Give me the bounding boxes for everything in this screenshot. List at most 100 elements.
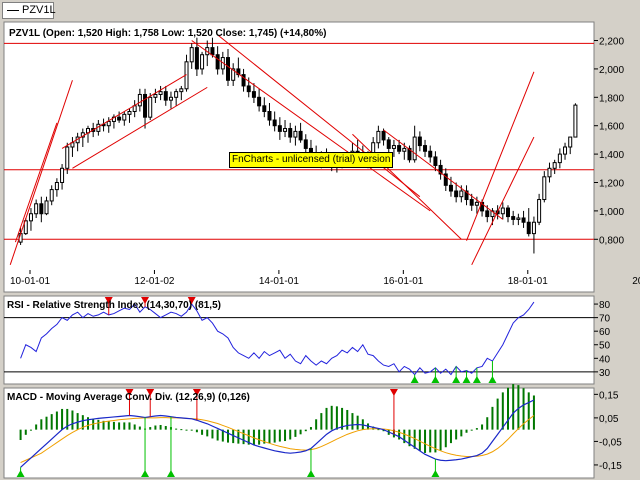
macd-histogram-bar [299,429,302,435]
candle-body [127,111,132,115]
candle-body [277,125,282,132]
x-tick-label: 18-01-01 [508,276,548,287]
candle-body [573,104,578,138]
macd-histogram-bar [128,422,131,430]
macd-histogram-bar [19,429,22,440]
candle-body [189,47,194,63]
candle-body [428,150,433,158]
price-y-tick-label: 1,000 [599,207,624,218]
macd-y-tick-label: -0,05 [599,437,622,448]
macd-histogram-bar [455,429,458,440]
candle-body [397,145,402,152]
macd-histogram-bar [227,429,229,443]
rsi-chart-title: RSI - Relative Strength Index (14,30,70)… [7,300,221,311]
macd-histogram-bar [429,429,432,453]
macd-histogram-bar [330,405,333,430]
candle-body [412,136,417,161]
macd-histogram-bar [424,429,427,453]
candle-body [267,111,272,121]
candle-body [54,181,59,191]
macd-histogram-bar [29,429,32,431]
chart-canvas[interactable]: 0,800 1,000 1,200 1,400 1,600 1,800 2,000 2,200… [0,0,640,480]
macd-histogram-bar [289,429,292,440]
macd-histogram-bar [325,407,328,430]
candle-body [391,145,396,149]
price-y-tick-label: 2,200 [599,37,624,48]
macd-histogram-bar [507,387,509,430]
macd-histogram-bar [527,392,530,430]
candle-body [179,88,184,93]
candle-body [283,128,288,132]
candle-body [568,136,573,148]
candle-body [34,203,39,215]
macd-histogram-bar [418,429,421,451]
macd-histogram-bar [61,408,64,430]
price-chart-title: PZV1L (Open: 1,520 High: 1,758 Low: 1,52… [9,28,326,39]
candle-body [153,93,158,98]
macd-histogram-bar [112,421,115,430]
macd-histogram-bar [216,429,219,441]
macd-histogram-bar [475,428,478,430]
candle-body [454,190,459,198]
candle-body [402,147,407,152]
macd-y-tick-label: 0,15 [599,390,619,401]
candle-body [168,96,173,101]
macd-histogram-bar [444,429,447,448]
macd-histogram-bar [138,426,141,430]
macd-histogram-bar [24,429,27,435]
price-y-tick-label: 0,800 [599,235,624,246]
macd-histogram-bar [201,429,204,435]
candle-body [537,199,542,223]
macd-histogram-bar [449,429,452,444]
macd-histogram-bar [258,429,261,445]
macd-histogram-bar [118,422,121,430]
macd-histogram-bar [268,429,271,444]
candle-body [257,96,262,107]
candle-body [557,153,562,164]
candle-body [459,190,464,198]
x-tick-label: 16-01-01 [383,276,423,287]
candle-body [106,120,111,127]
macd-histogram-bar [320,413,323,430]
macd-histogram-bar [496,398,499,430]
chart-window: PZV1L 0,800 1,000 1,200 1,400 1,600 1,800 2,00… [0,0,640,480]
macd-y-tick-label: -0,15 [599,461,622,472]
candle-body [531,221,536,235]
rsi-y-tick-label: 80 [599,300,611,311]
candle-body [552,162,557,169]
candle-body [122,113,127,121]
candle-body [143,93,148,118]
macd-histogram-bar [481,424,484,430]
rsi-y-tick-label: 50 [599,341,611,352]
price-y-tick-label: 2,000 [599,65,624,76]
macd-histogram-bar [470,429,473,431]
candle-body [298,130,303,141]
macd-histogram-bar [465,429,468,433]
macd-histogram-bar [211,429,214,439]
macd-histogram-bar [45,416,48,430]
candle-body [506,207,510,218]
macd-histogram-bar [273,429,276,443]
candle-body [423,145,428,152]
macd-histogram-bar [351,413,354,430]
candle-body [469,199,474,206]
candle-body [174,91,179,98]
macd-histogram-bar [185,429,188,431]
macd-histogram-bar [149,427,152,430]
candle-body [226,57,230,81]
candle-body [417,136,422,147]
candle-body [44,200,49,215]
price-y-tick-label: 1,800 [599,93,624,104]
rsi-y-tick-label: 70 [599,314,611,325]
candle-body [163,91,168,101]
macd-histogram-bar [40,419,43,430]
price-y-tick-label: 1,400 [599,150,624,161]
macd-histogram-bar [486,417,489,430]
macd-histogram-bar [284,429,287,442]
candle-body [49,189,54,202]
macd-histogram-bar [206,429,209,437]
rsi-y-tick-label: 30 [599,368,611,379]
candle-body [251,91,256,98]
candle-body [272,119,277,127]
macd-histogram-bar [50,414,53,430]
